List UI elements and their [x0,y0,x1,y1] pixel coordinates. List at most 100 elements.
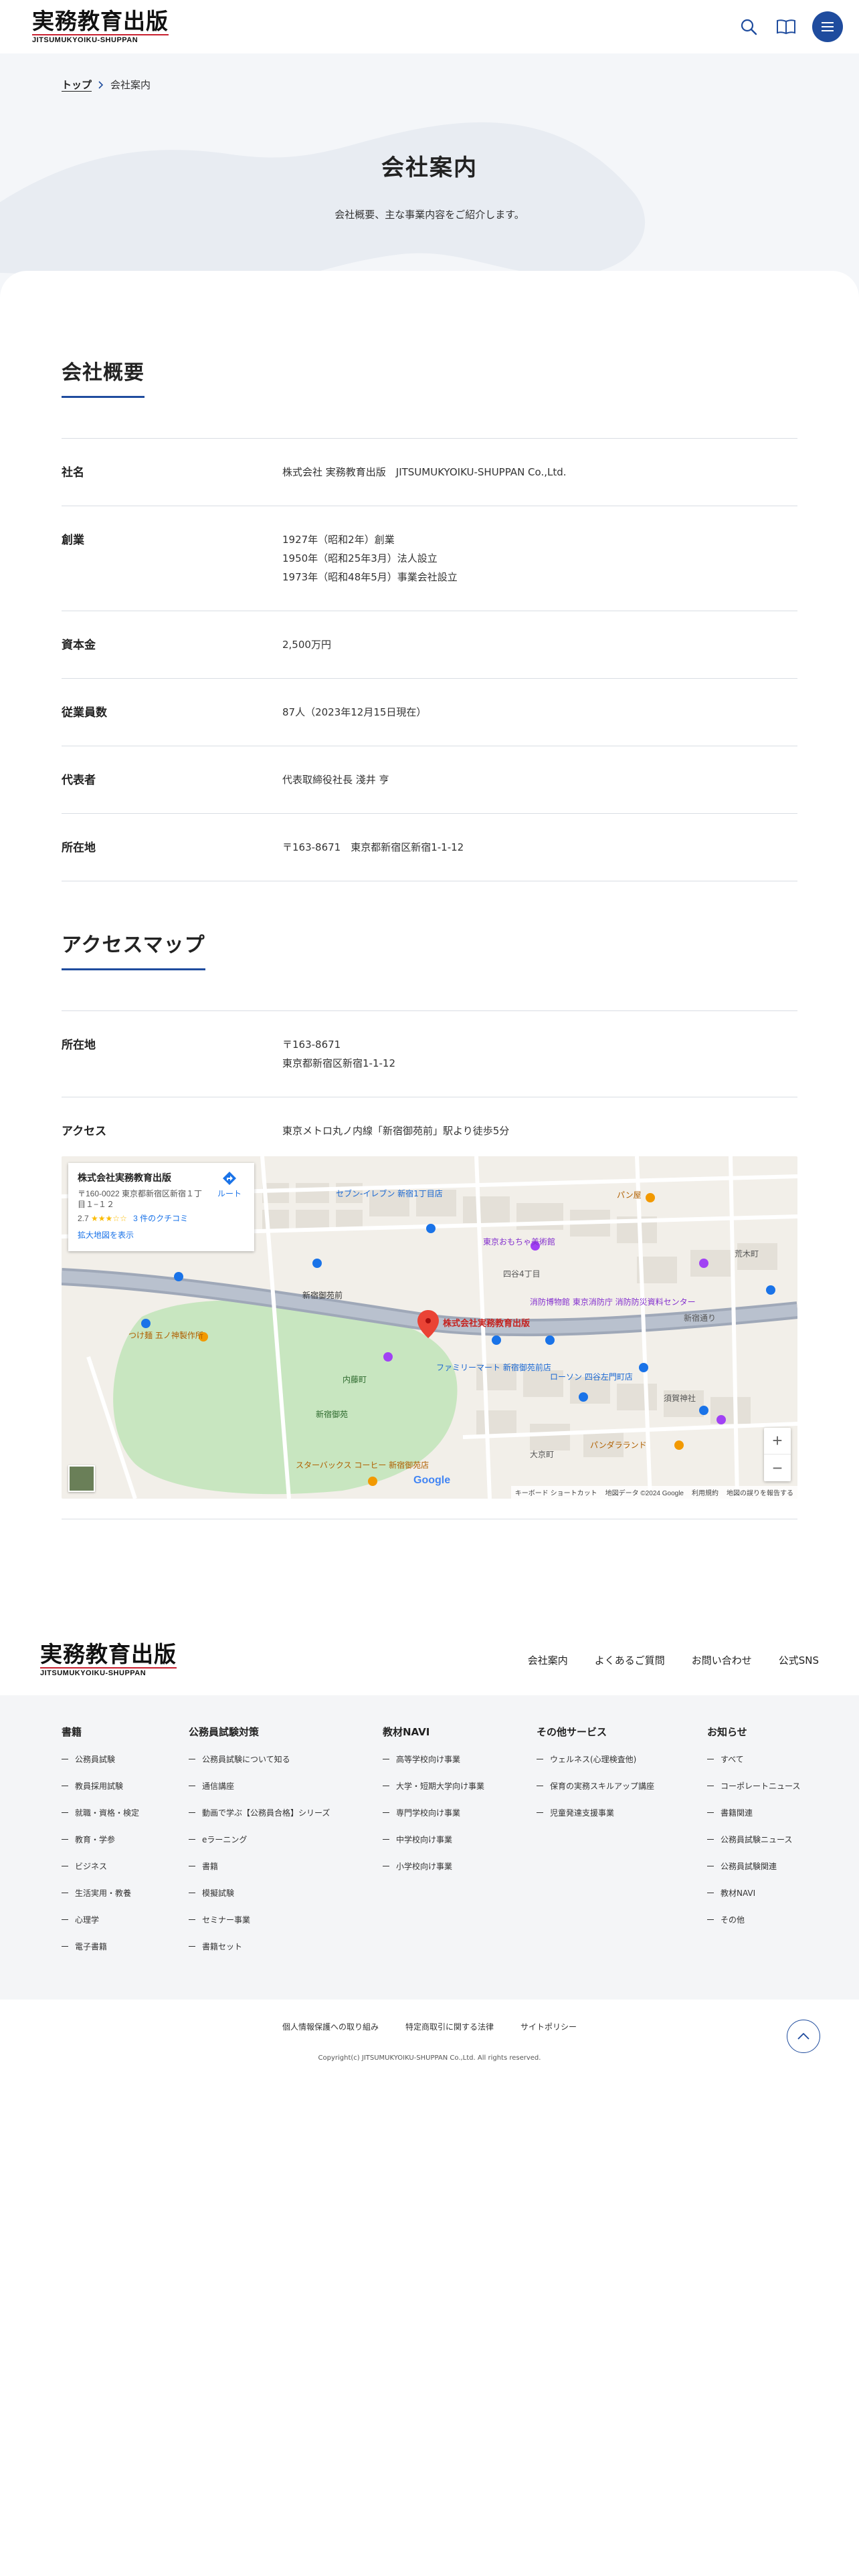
overview-section: 会社概要 社名 株式会社 実務教育出版 JITSUMUKYOIKU-SHUPPA… [62,356,797,881]
report-error-link[interactable]: 地図の誤りを報告する [727,1487,793,1497]
footer-link[interactable]: 就職・資格・検定 [62,1807,189,1834]
footer-link[interactable]: 専門学校向け事業 [383,1807,537,1834]
footer-link[interactable]: 心理学 [62,1914,189,1941]
value-line: 東京都新宿区新宿1-1-12 [282,1057,395,1069]
footer-logo[interactable]: 実務教育出版 JITSUMUKYOIKU-SHUPPAN [40,1643,177,1677]
map-label: 新宿御苑 [316,1409,348,1419]
footer-link[interactable]: セミナー事業 [189,1914,383,1941]
footer-link[interactable]: 模擬試験 [189,1887,383,1914]
footer-nav-link[interactable]: よくあるご質問 [595,1653,665,1667]
zoom-out-button[interactable]: − [764,1455,791,1481]
footer-link[interactable]: 大学・短期大学向け事業 [383,1780,537,1807]
chevron-up-icon [797,2033,809,2040]
footer-link[interactable]: eラーニング [189,1834,383,1860]
table-row: 所在地 〒163-8671 東京都新宿区新宿1-1-12 [62,1011,797,1097]
table-row: 創業 1927年（昭和2年）創業 1950年（昭和25年3月）法人設立 1973… [62,506,797,611]
footer-link[interactable]: その他 [707,1914,814,1941]
access-section: アクセスマップ 所在地 〒163-8671 東京都新宿区新宿1-1-12 アクセ… [62,928,797,1519]
footer-link[interactable]: 公務員試験について知る [189,1753,383,1780]
footer-nav-link[interactable]: 会社案内 [528,1653,568,1667]
footer-link[interactable]: 教育・学参 [62,1834,189,1860]
table-row: 社名 株式会社 実務教育出版 JITSUMUKYOIKU-SHUPPAN Co.… [62,439,797,506]
map-label: ファミリーマート 新宿御苑前店 [436,1362,551,1372]
footer-link[interactable]: 書籍 [189,1860,383,1887]
footer-link[interactable]: 生活実用・教養 [62,1887,189,1914]
row-value: 代表取締役社長 淺井 亨 [282,770,797,789]
header-actions [737,11,843,42]
row-value: 87人（2023年12月15日現在） [282,703,797,722]
book-icon [777,19,795,35]
footer-link[interactable]: 高等学校向け事業 [383,1753,537,1780]
footer-link[interactable]: ビジネス [62,1860,189,1887]
footer-link[interactable]: 公務員試験 [62,1753,189,1780]
footer-link[interactable]: 教員採用試験 [62,1780,189,1807]
policy-link[interactable]: 特定商取引に関する法律 [405,2021,494,2032]
map-label: 消防博物館 東京消防庁 消防防災資料センター [530,1297,696,1307]
footer-link[interactable]: 児童発達支援事業 [537,1807,707,1834]
footer-link[interactable]: 小学校向け事業 [383,1860,537,1887]
table-row: 資本金 2,500万円 [62,611,797,679]
row-value: 2,500万円 [282,635,797,654]
access-title: アクセスマップ [62,928,205,970]
map-label: ローソン 四谷左門町店 [550,1372,633,1382]
breadcrumb: トップ 会社案内 [0,53,859,92]
footer-link[interactable]: 通信講座 [189,1780,383,1807]
policy-link[interactable]: 個人情報保護への取り組み [282,2021,379,2032]
breadcrumb-current: 会社案内 [110,79,151,91]
satellite-toggle[interactable] [68,1465,95,1492]
map-label: 四谷4丁目 [503,1269,541,1279]
footer-link[interactable]: コーポレートニュース [707,1780,814,1807]
row-label: 所在地 [62,1039,96,1052]
map-label: 新宿通り [684,1313,716,1323]
row-value: 〒163-8671 東京都新宿区新宿1-1-12 [282,838,797,857]
map-pin-label: 株式会社実務教育出版 [443,1318,530,1328]
footer-link[interactable]: 保育の実務スキルアップ講座 [537,1780,707,1807]
footer-bottom: 個人情報保護への取り組み 特定商取引に関する法律 サイトポリシー Copyrig… [0,2000,859,2093]
google-wordmark: Google [413,1475,451,1486]
zoom-in-button[interactable]: + [764,1428,791,1455]
google-map[interactable]: 株式会社実務教育出版 新宿御苑 内藤町 新宿御苑前 つけ麺 五ノ神製作所 スター… [62,1156,797,1499]
footer-link[interactable]: すべて [707,1753,814,1780]
footer-link[interactable]: 公務員試験関連 [707,1860,814,1887]
footer-link[interactable]: 動画で学ぶ【公務員合格】シリーズ [189,1807,383,1834]
footer-link[interactable]: 書籍セット [189,1941,383,1967]
footer-link[interactable]: 電子書籍 [62,1941,189,1967]
row-value: 〒163-8671 東京都新宿区新宿1-1-12 [282,1035,797,1073]
breadcrumb-home-link[interactable]: トップ [62,78,92,92]
keyboard-shortcuts-link[interactable]: キーボード ショートカット [515,1487,597,1497]
footer-nav-link[interactable]: 公式SNS [779,1653,819,1667]
footer-column: 書籍 公務員試験 教員採用試験 就職・資格・検定 教育・学参 ビジネス 生活実用… [62,1725,189,2000]
value-line: 東京メトロ丸ノ内線「新宿御苑前」駅より徒歩5分 [282,1125,510,1137]
row-value: 東京メトロ丸ノ内線「新宿御苑前」駅より徒歩5分 [282,1121,797,1140]
footer-nav-link[interactable]: お問い合わせ [692,1653,752,1667]
footer-link[interactable]: 公務員試験ニュース [707,1834,814,1860]
star-rating-icon: ★★★☆☆ [91,1214,127,1223]
footer-sitemap: 書籍 公務員試験 教員採用試験 就職・資格・検定 教育・学参 ビジネス 生活実用… [0,1695,859,2000]
map-label: パン屋 [617,1190,642,1200]
value-line: 1950年（昭和25年3月）法人設立 [282,552,438,564]
footer-column-title: お知らせ [707,1726,747,1738]
value-line: 87人（2023年12月15日現在） [282,706,427,718]
site-logo[interactable]: 実務教育出版 JITSUMUKYOIKU-SHUPPAN [32,10,169,44]
directions-button[interactable]: ルート [213,1171,246,1199]
footer-link[interactable]: 書籍関連 [707,1807,814,1834]
footer-link[interactable]: ウェルネス(心理検査他) [537,1753,707,1780]
enlarge-map-link[interactable]: 拡大地図を表示 [78,1229,245,1241]
table-row: アクセス 東京メトロ丸ノ内線「新宿御苑前」駅より徒歩5分 [62,1097,797,1156]
back-to-top-button[interactable] [787,2020,820,2053]
map-place-address: 〒160-0022 東京都新宿区新宿１丁目１−１２ [78,1189,203,1209]
value-line: 株式会社 実務教育出版 JITSUMUKYOIKU-SHUPPAN Co.,Lt… [282,466,567,478]
footer-link[interactable]: 教材NAVI [707,1887,814,1914]
catalog-button[interactable] [775,15,797,38]
policy-link[interactable]: サイトポリシー [520,2021,577,2032]
footer-link[interactable]: 中学校向け事業 [383,1834,537,1860]
menu-button[interactable] [812,11,843,42]
search-button[interactable] [737,15,760,38]
footer-top: 実務教育出版 JITSUMUKYOIKU-SHUPPAN 会社案内 よくあるご質… [0,1625,859,1695]
logo-sub-text: JITSUMUKYOIKU-SHUPPAN [40,1667,177,1677]
policy-links: 個人情報保護への取り組み 特定商取引に関する法律 サイトポリシー [0,2021,859,2032]
map-label: 新宿御苑前 [302,1290,343,1300]
terms-link[interactable]: 利用規約 [692,1487,719,1497]
logo-main-text: 実務教育出版 [32,7,169,34]
reviews-link[interactable]: 3 件のクチコミ [133,1214,188,1223]
